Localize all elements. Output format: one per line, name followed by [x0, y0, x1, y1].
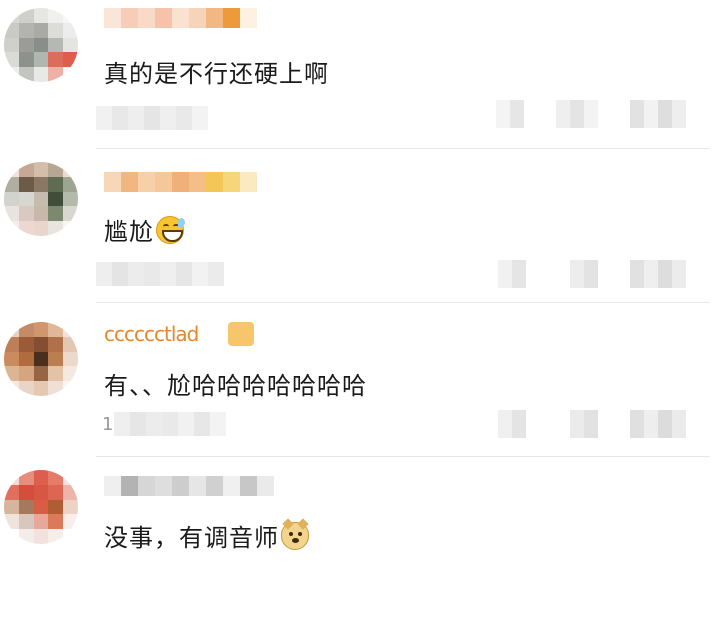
comment-meta-blurred [114, 412, 226, 438]
comment-text: 尴尬 [104, 212, 185, 247]
comment-item: 真的是不行还硬上啊 [0, 0, 723, 155]
comment-text: 真的是不行还硬上啊 [104, 60, 329, 88]
reply-button[interactable] [496, 100, 524, 130]
divider [96, 148, 710, 149]
badge-icon [228, 322, 254, 346]
doge-icon [281, 518, 309, 550]
avatar[interactable] [4, 162, 78, 236]
share-button[interactable] [570, 260, 598, 290]
divider [96, 302, 710, 303]
like-button[interactable] [630, 410, 686, 440]
grinning-sweat-icon [156, 216, 185, 244]
comment-text: 有、、尬哈哈哈哈哈哈哈 [104, 372, 367, 400]
comment-meta-prefix: 1 [102, 414, 114, 435]
comment-text: 没事，有调音师 [104, 518, 309, 553]
reply-button[interactable] [498, 260, 526, 290]
username-blurred[interactable] [104, 476, 274, 498]
divider [96, 456, 710, 457]
like-button[interactable] [630, 100, 686, 130]
avatar[interactable] [4, 8, 78, 82]
comment-text-label: 尴尬 [104, 218, 154, 246]
share-button[interactable] [556, 100, 598, 130]
comment-meta-blurred [96, 262, 224, 288]
username-partial[interactable]: cccccctlad [104, 322, 199, 346]
username-blurred[interactable] [104, 172, 257, 194]
comment-item: cccccctlad 有、、尬哈哈哈哈哈哈哈 1 [0, 310, 723, 465]
like-button[interactable] [630, 260, 686, 290]
comment-text-label: 没事，有调音师 [104, 524, 279, 552]
comment-item: 尴尬 [0, 156, 723, 311]
comment-item: 没事，有调音师 [0, 464, 723, 619]
avatar[interactable] [4, 470, 78, 544]
avatar[interactable] [4, 322, 78, 396]
reply-button[interactable] [498, 410, 526, 440]
username-blurred[interactable] [104, 8, 257, 30]
comment-meta-blurred [96, 106, 208, 132]
share-button[interactable] [570, 410, 598, 440]
